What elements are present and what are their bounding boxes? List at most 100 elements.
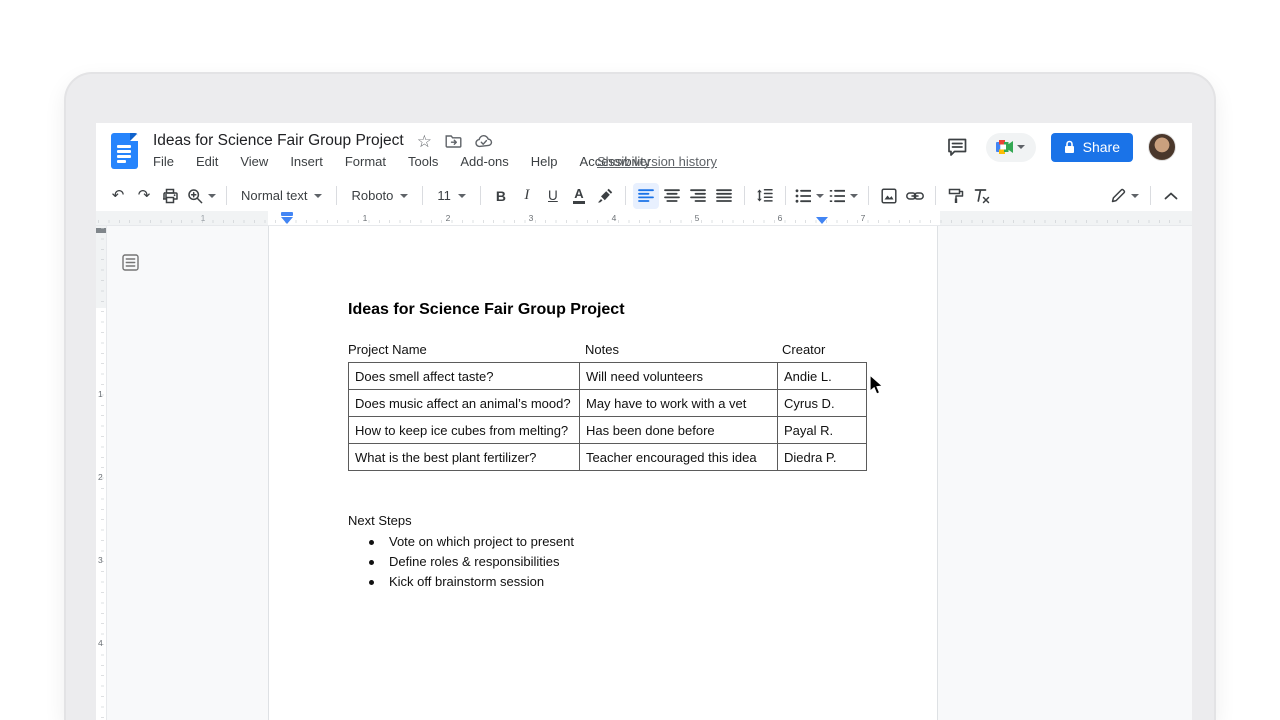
menu-item[interactable]: Tools <box>408 154 438 169</box>
print-button[interactable] <box>157 183 183 209</box>
toolbar-separator <box>868 186 869 205</box>
version-history-wrap: Show version history <box>591 154 717 169</box>
share-button[interactable]: Share <box>1051 133 1133 162</box>
user-avatar[interactable] <box>1148 133 1176 161</box>
text-color-button[interactable]: A <box>566 183 592 209</box>
highlighter-icon <box>597 188 613 204</box>
bold-icon: B <box>496 188 506 204</box>
table-cell[interactable]: May have to work with a vet <box>580 390 778 417</box>
table-cell[interactable]: Does smell affect taste? <box>349 363 580 390</box>
bold-button[interactable]: B <box>488 183 514 209</box>
hide-menus-button[interactable] <box>1158 183 1184 209</box>
redo-icon: ↷ <box>138 188 151 203</box>
align-left-button[interactable] <box>633 183 659 209</box>
bullet-icon <box>369 560 374 565</box>
star-icon[interactable]: ☆ <box>417 133 432 150</box>
menu-item[interactable]: Insert <box>290 154 323 169</box>
menu-item[interactable]: Add-ons <box>460 154 508 169</box>
table-column-label[interactable]: Notes <box>585 342 619 357</box>
list-item[interactable]: Kick off brainstorm session <box>369 572 574 592</box>
bullet-icon <box>369 540 374 545</box>
menu-item[interactable]: View <box>240 154 268 169</box>
ruler-ticks <box>98 220 1190 223</box>
editing-mode-button[interactable] <box>1107 183 1143 209</box>
menu-item[interactable]: File <box>153 154 174 169</box>
document-outline-button[interactable] <box>120 252 140 272</box>
numbered-list-button[interactable] <box>827 183 861 209</box>
ruler-label: 5 <box>695 213 700 223</box>
menu-item[interactable]: Edit <box>196 154 218 169</box>
highlight-color-button[interactable] <box>592 183 618 209</box>
font-size-selector[interactable]: 11 <box>430 183 473 209</box>
chevron-down-icon <box>400 194 408 198</box>
align-center-button[interactable] <box>659 183 685 209</box>
paint-format-icon <box>948 188 964 204</box>
horizontal-ruler[interactable]: 11234567 <box>96 211 1192 226</box>
list-item[interactable]: Vote on which project to present <box>369 532 574 552</box>
align-left-icon <box>638 189 654 203</box>
table-cell[interactable]: Has been done before <box>580 417 778 444</box>
insert-link-button[interactable] <box>902 183 928 209</box>
header-actions: Share <box>945 132 1176 162</box>
menu-item[interactable]: Help <box>531 154 558 169</box>
font-family-selector[interactable]: Roboto <box>344 183 415 209</box>
underline-button[interactable]: U <box>540 183 566 209</box>
redo-button[interactable]: ↷ <box>131 183 157 209</box>
vertical-ruler[interactable]: 1234 <box>96 226 107 720</box>
ruler-label: 2 <box>98 472 103 482</box>
table-cell[interactable]: Teacher encouraged this idea <box>580 444 778 471</box>
clear-formatting-button[interactable] <box>969 183 995 209</box>
align-right-icon <box>690 189 706 203</box>
right-indent-marker[interactable] <box>816 217 828 224</box>
table-cell[interactable]: Diedra P. <box>778 444 867 471</box>
line-spacing-button[interactable] <box>752 183 778 209</box>
table-cell[interactable]: How to keep ice cubes from melting? <box>349 417 580 444</box>
table-column-label[interactable]: Creator <box>782 342 825 357</box>
font-size-value: 11 <box>437 188 451 203</box>
docs-logo-line <box>117 145 131 148</box>
show-version-history-link[interactable]: Show version history <box>597 154 717 169</box>
table-column-label[interactable]: Project Name <box>348 342 427 357</box>
table-cell[interactable]: Payal R. <box>778 417 867 444</box>
document-page[interactable]: Ideas for Science Fair Group Project Pro… <box>268 226 938 720</box>
toolbar-separator <box>1150 186 1151 205</box>
ruler-label: 3 <box>98 555 103 565</box>
table-cell[interactable]: Andie L. <box>778 363 867 390</box>
meet-call-button[interactable] <box>986 133 1036 162</box>
zoom-button[interactable] <box>183 183 219 209</box>
toolbar-separator <box>226 186 227 205</box>
table-cell[interactable]: Cyrus D. <box>778 390 867 417</box>
font-family-value: Roboto <box>351 188 393 203</box>
menu-item[interactable]: Format <box>345 154 386 169</box>
indent-marker-left[interactable] <box>281 212 293 225</box>
table-cell[interactable]: Will need volunteers <box>580 363 778 390</box>
bulleted-list-button[interactable] <box>793 183 827 209</box>
insert-image-button[interactable] <box>876 183 902 209</box>
toolbar-separator <box>336 186 337 205</box>
align-right-button[interactable] <box>685 183 711 209</box>
document-heading[interactable]: Ideas for Science Fair Group Project <box>348 301 625 319</box>
next-steps-heading[interactable]: Next Steps <box>348 513 412 528</box>
comment-icon[interactable] <box>945 134 971 160</box>
list-item[interactable]: Define roles & responsibilities <box>369 552 574 572</box>
document-title[interactable]: Ideas for Science Fair Group Project <box>153 132 404 150</box>
undo-button[interactable]: ↶ <box>105 183 131 209</box>
first-line-indent-marker[interactable] <box>281 212 293 216</box>
table-cell[interactable]: What is the best plant fertilizer? <box>349 444 580 471</box>
chevron-down-icon <box>1131 194 1139 198</box>
ruler-label: 4 <box>98 638 103 648</box>
left-indent-marker[interactable] <box>281 217 293 224</box>
paint-format-button[interactable] <box>943 183 969 209</box>
docs-logo-body <box>111 133 138 169</box>
cloud-saved-icon[interactable] <box>475 135 493 148</box>
justify-button[interactable] <box>711 183 737 209</box>
chevron-down-icon <box>314 194 322 198</box>
table-cell[interactable]: Does music affect an animal’s mood? <box>349 390 580 417</box>
project-table[interactable]: Does smell affect taste? Will need volun… <box>348 362 867 471</box>
italic-button[interactable]: I <box>514 183 540 209</box>
paragraph-style-selector[interactable]: Normal text <box>234 183 329 209</box>
project-table-body: Does smell affect taste? Will need volun… <box>349 363 867 471</box>
move-to-folder-icon[interactable] <box>445 134 462 149</box>
paragraph-style-value: Normal text <box>241 188 307 203</box>
google-docs-logo-icon[interactable] <box>111 133 138 169</box>
